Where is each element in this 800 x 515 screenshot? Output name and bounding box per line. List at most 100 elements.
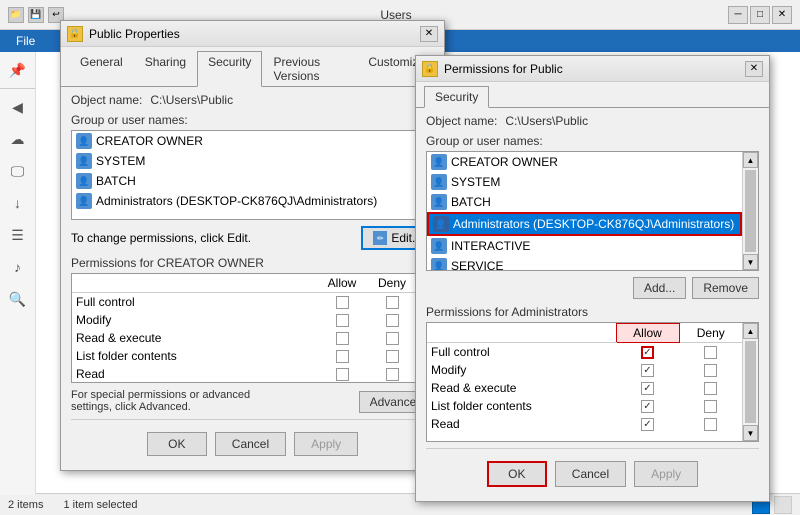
perm-user-icon-admin: 👤 — [433, 216, 449, 232]
tab-general[interactable]: General — [69, 51, 134, 87]
list-item-system[interactable]: 👤 SYSTEM — [72, 151, 417, 171]
perm-ok-button[interactable]: OK — [487, 461, 547, 487]
window-controls[interactable]: ─ □ ✕ — [728, 6, 792, 24]
dialog-buttons: OK Cancel Apply — [71, 424, 434, 464]
perm-user-list[interactable]: 👤 CREATOR OWNER 👤 SYSTEM 👤 BATCH 👤 Admin… — [426, 151, 759, 271]
perm-apply-button[interactable]: Apply — [634, 461, 698, 487]
perm-checkbox-fullcontrol-deny[interactable] — [704, 346, 717, 359]
group-label: Group or user names: — [71, 113, 434, 127]
perm-perms-scroll-thumb[interactable] — [745, 341, 756, 423]
sidebar-cloud[interactable]: ☁ — [4, 125, 32, 153]
sidebar-music[interactable]: ♪ — [4, 253, 32, 281]
perm-perms-scroll-up[interactable]: ▲ — [743, 323, 758, 339]
perm-dialog-buttons: OK Cancel Apply — [426, 453, 759, 495]
perm-list-item-creator[interactable]: 👤 CREATOR OWNER — [427, 152, 742, 172]
perm-col-deny: Deny — [367, 274, 417, 293]
perm-checkbox-readexecute-allow[interactable] — [641, 382, 654, 395]
perm-user-icon-system: 👤 — [431, 174, 447, 190]
perm-tab-security[interactable]: Security — [424, 86, 489, 108]
apply-button[interactable]: Apply — [294, 432, 358, 456]
checkbox-fullcontrol-deny[interactable] — [386, 296, 399, 309]
checkbox-read-deny[interactable] — [386, 368, 399, 381]
list-item-creator-owner[interactable]: 👤 CREATOR OWNER — [72, 131, 417, 151]
cancel-button[interactable]: Cancel — [215, 432, 286, 456]
permissions-dialog-body: Object name: C:\Users\Public Group or us… — [416, 108, 769, 501]
checkbox-fullcontrol-allow[interactable] — [336, 296, 349, 309]
perm-user-scrollbar[interactable]: ▲ ▼ — [742, 152, 758, 270]
perm-object-name-label: Object name: — [426, 114, 497, 128]
perm-user-scroll-up[interactable]: ▲ — [743, 152, 758, 168]
sidebar-pin[interactable]: 📌 — [4, 56, 32, 84]
remove-button[interactable]: Remove — [692, 277, 759, 299]
object-name-label: Object name: — [71, 93, 142, 107]
perm-checkbox-readexecute-deny[interactable] — [704, 382, 717, 395]
perm-checkbox-fullcontrol-allow[interactable] — [641, 346, 654, 359]
tiles-view-icon[interactable] — [774, 496, 792, 514]
perm-permissions-scrollbar[interactable]: ▲ ▼ — [742, 323, 758, 441]
perm-list-item-system[interactable]: 👤 SYSTEM — [427, 172, 742, 192]
edit-row: To change permissions, click Edit. ✏ Edi… — [71, 226, 434, 250]
sidebar-menu[interactable]: ☰ — [4, 221, 32, 249]
maximize-button[interactable]: □ — [750, 6, 770, 24]
perm-list-item-service[interactable]: 👤 SERVICE — [427, 256, 742, 271]
perm-checkbox-modify-allow[interactable] — [641, 364, 654, 377]
sidebar: 📌 ◀ ☁ 🖵 ↓ ☰ ♪ 🔍 — [0, 52, 36, 495]
tab-sharing[interactable]: Sharing — [134, 51, 197, 87]
checkbox-modify-allow[interactable] — [336, 314, 349, 327]
checkbox-readexecute-deny[interactable] — [386, 332, 399, 345]
perm-user-scroll-thumb[interactable] — [745, 170, 756, 252]
list-item-batch[interactable]: 👤 BATCH — [72, 171, 417, 191]
tab-security[interactable]: Security — [197, 51, 262, 87]
perm-user-scroll-down[interactable]: ▼ — [743, 254, 758, 270]
checkbox-modify-deny[interactable] — [386, 314, 399, 327]
perm-permissions-items: Allow Deny Full control — [427, 323, 742, 441]
perm-perms-scroll-down[interactable]: ▼ — [743, 425, 758, 441]
perm-list-item-admin[interactable]: 👤 Administrators (DESKTOP-CK876QJ\Admini… — [427, 212, 742, 236]
add-button[interactable]: Add... — [633, 277, 686, 299]
checkbox-read-allow[interactable] — [336, 368, 349, 381]
perm-checkbox-listfolder-allow[interactable] — [641, 400, 654, 413]
user-icon-admin: 👤 — [76, 193, 92, 209]
perm-user-icon-creator: 👤 — [431, 154, 447, 170]
minimize-button[interactable]: ─ — [728, 6, 748, 24]
perm-cancel-button[interactable]: Cancel — [555, 461, 626, 487]
tab-previous-versions[interactable]: Previous Versions — [262, 51, 357, 87]
checkbox-listfolder-deny[interactable] — [386, 350, 399, 363]
permissions-dialog-title-bar: 🔒 Permissions for Public ✕ — [416, 56, 769, 82]
perm-checkbox-read-deny[interactable] — [704, 418, 717, 431]
sidebar-download[interactable]: ↓ — [4, 189, 32, 217]
perm-table-col-name — [427, 324, 616, 343]
checkbox-listfolder-allow[interactable] — [336, 350, 349, 363]
public-properties-close[interactable]: ✕ — [420, 26, 438, 42]
sidebar-back[interactable]: ◀ — [4, 93, 32, 121]
ok-button[interactable]: OK — [147, 432, 207, 456]
perm-list-item-batch[interactable]: 👤 BATCH — [427, 192, 742, 212]
perm-table-col-allow: Allow — [616, 324, 679, 343]
list-item-administrators[interactable]: 👤 Administrators (DESKTOP-CK876QJ\Admini… — [72, 191, 417, 211]
perm-col-allow: Allow — [317, 274, 367, 293]
status-selected: 1 item selected — [63, 499, 137, 511]
perm-checkbox-read-allow[interactable] — [641, 418, 654, 431]
perm-list-item-interactive[interactable]: 👤 INTERACTIVE — [427, 236, 742, 256]
perm-row-read-execute: Read & execute — [72, 329, 417, 347]
permissions-dialog-title: Permissions for Public — [444, 62, 739, 76]
checkbox-readexecute-allow[interactable] — [336, 332, 349, 345]
perm-checkbox-listfolder-deny[interactable] — [704, 400, 717, 413]
perm-row-fullcontrol: Full control — [72, 293, 417, 312]
edit-icon: ✏ — [373, 231, 387, 245]
public-properties-tabs: General Sharing Security Previous Versio… — [61, 47, 444, 87]
sidebar-monitor[interactable]: 🖵 — [4, 157, 32, 185]
public-properties-title-bar: 🔒 Public Properties ✕ — [61, 21, 444, 47]
object-name-value: C:\Users\Public — [150, 93, 233, 107]
perm-checkbox-modify-deny[interactable] — [704, 364, 717, 377]
permissions-items: Allow Deny Full control Modify — [72, 274, 417, 382]
file-menu[interactable]: File — [6, 32, 45, 50]
user-icon-creator: 👤 — [76, 133, 92, 149]
user-list-box[interactable]: 👤 CREATOR OWNER 👤 SYSTEM 👤 BATCH 👤 Admin… — [71, 130, 434, 220]
perm-object-name-row: Object name: C:\Users\Public — [426, 114, 759, 128]
permissions-dialog-close[interactable]: ✕ — [745, 61, 763, 77]
close-button[interactable]: ✕ — [772, 6, 792, 24]
perm-row-listfolder: List folder contents — [72, 347, 417, 365]
permissions-dialog-icon: 🔒 — [422, 61, 438, 77]
sidebar-search[interactable]: 🔍 — [4, 285, 32, 313]
